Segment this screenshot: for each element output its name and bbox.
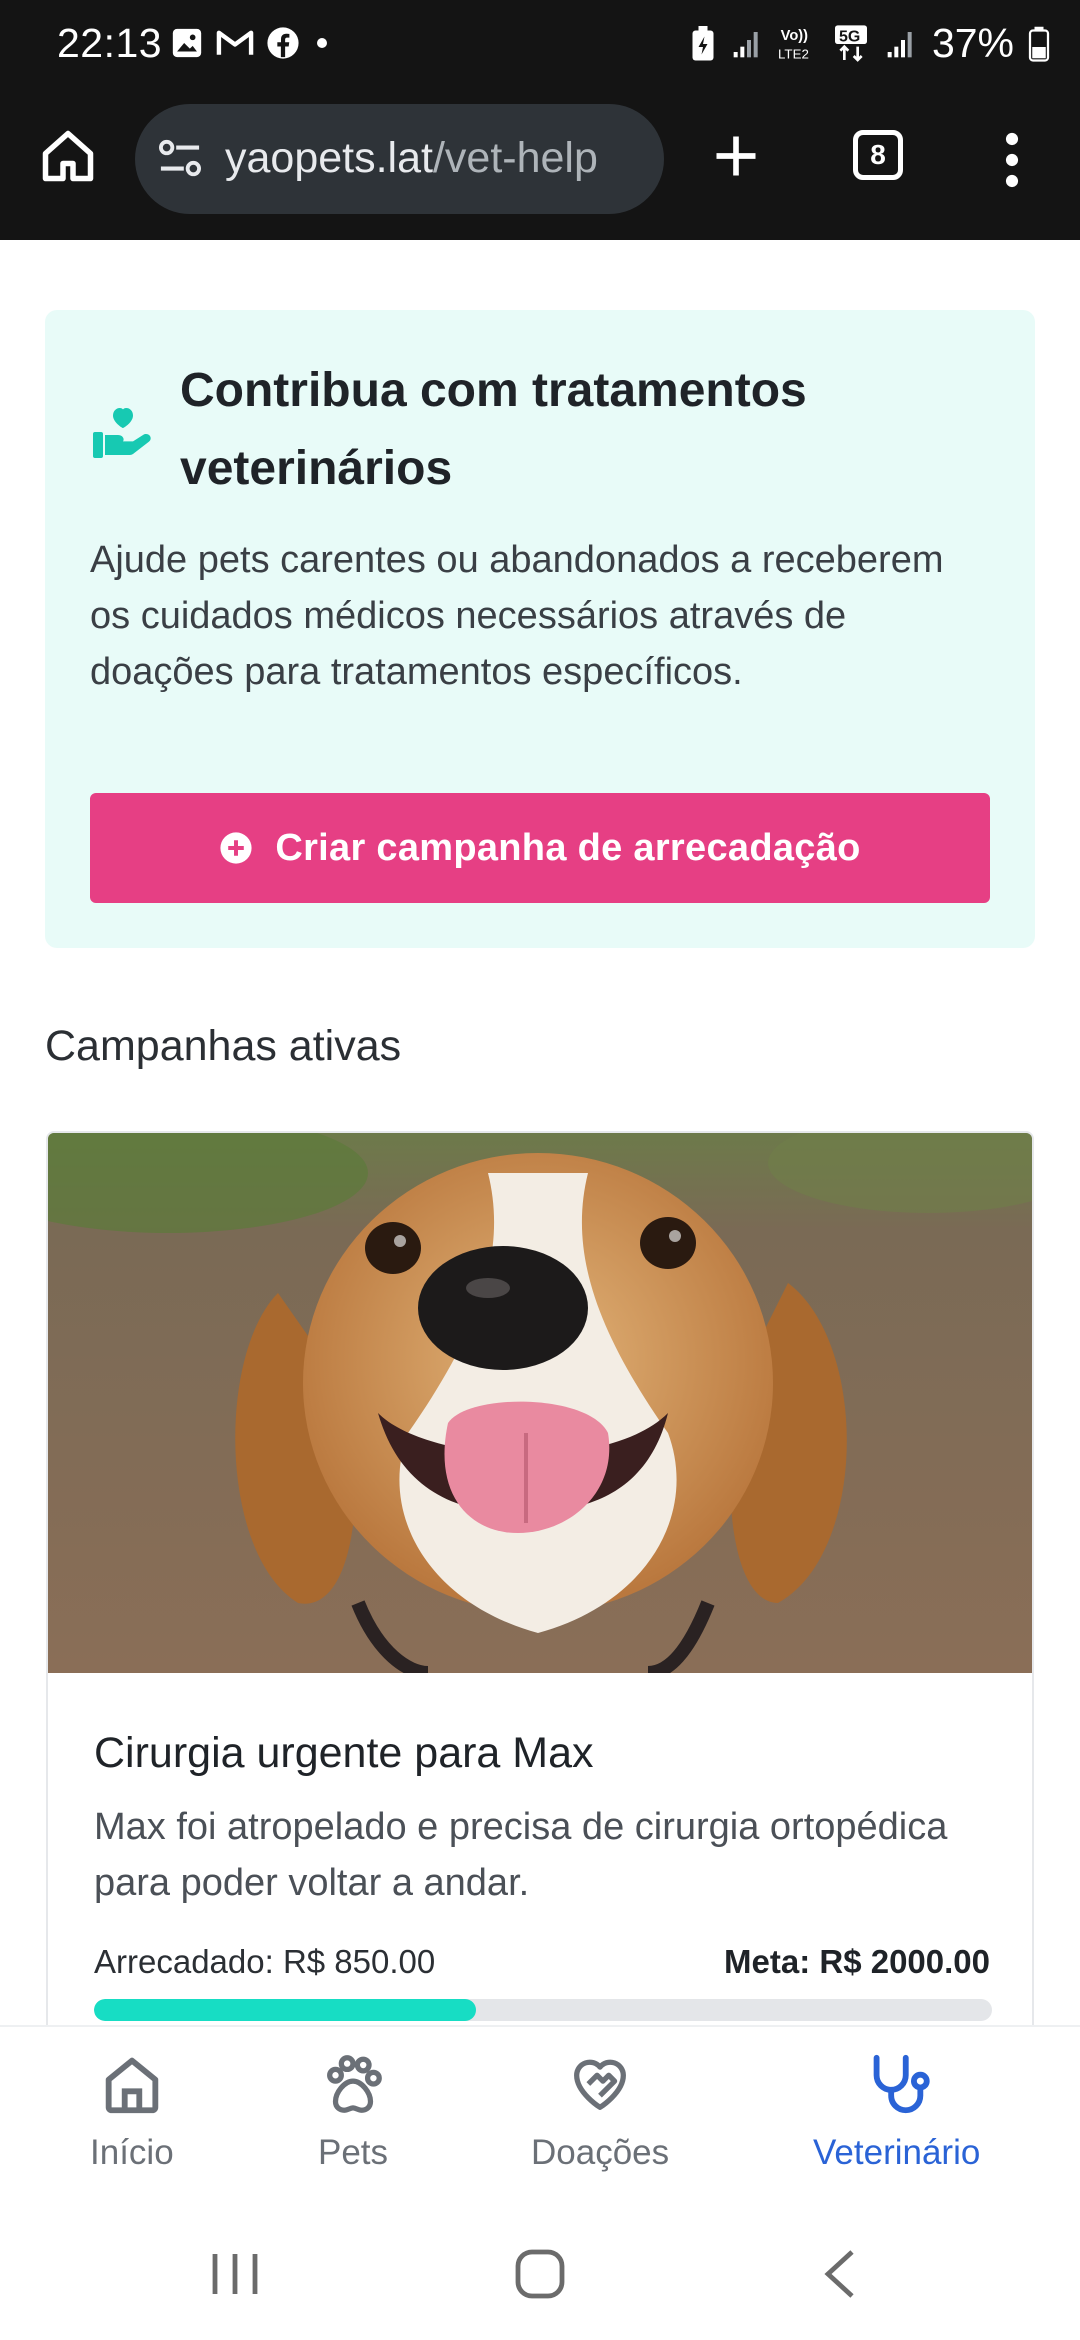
heart-handshake-icon xyxy=(574,2059,627,2110)
stethoscope-icon xyxy=(873,2054,930,2114)
url-text[interactable]: yaopets.lat/vet-help xyxy=(225,134,598,183)
campaign-description: Max foi atropelado e precisa de cirurgia… xyxy=(94,1806,948,1904)
battery-saver-icon xyxy=(692,25,714,60)
system-nav xyxy=(0,2205,1080,2340)
url-path: /vet-help xyxy=(432,134,598,182)
gmail-icon xyxy=(216,30,254,55)
nav-item-inicio[interactable]: Início xyxy=(90,2049,174,2173)
plus-circle-icon xyxy=(220,832,252,864)
campaign-goal: Meta: R$ 2000.00 xyxy=(724,1943,990,1980)
nav-label-doacoes: Doações xyxy=(531,2133,670,2172)
recent-apps-icon[interactable] xyxy=(205,2249,265,2299)
nav-item-pets[interactable]: Pets xyxy=(318,2049,388,2173)
signal-icon xyxy=(733,31,758,57)
address-bar[interactable]: yaopets.lat/vet-help xyxy=(135,104,664,214)
status-bar: 22:13 Vo)) LTE2 5G 37% xyxy=(0,0,1080,92)
battery-icon xyxy=(1028,26,1050,62)
site-settings-icon[interactable] xyxy=(157,138,203,180)
notification-icons xyxy=(170,26,332,60)
hero-title: Contribua com tratamentos veterinários xyxy=(180,364,807,495)
system-status-icons: Vo)) LTE2 5G 37% xyxy=(690,20,1050,67)
nav-item-doacoes[interactable]: Doações xyxy=(531,2049,669,2173)
svg-text:Vo)): Vo)) xyxy=(781,28,809,44)
section-heading: Campanhas ativas xyxy=(45,1022,402,1070)
nav-label-pets: Pets xyxy=(318,2133,389,2172)
create-campaign-label: Criar campanha de arrecadação xyxy=(275,826,861,869)
campaign-image xyxy=(48,1133,1032,1673)
signal-icon xyxy=(887,31,912,57)
volte-icon: Vo)) LTE2 xyxy=(778,28,809,62)
new-tab-icon[interactable] xyxy=(710,130,762,182)
home-icon xyxy=(105,2057,159,2114)
status-time: 22:13 xyxy=(57,20,163,66)
campaign-title: Cirurgia urgente para Max xyxy=(94,1729,594,1777)
paw-icon xyxy=(327,2055,382,2113)
5g-icon: 5G xyxy=(834,24,867,62)
nav-label-veterinario: Veterinário xyxy=(813,2133,981,2172)
nav-label-inicio: Início xyxy=(90,2133,174,2172)
campaign-progress-fill xyxy=(94,1999,476,2021)
nav-item-veterinario[interactable]: Veterinário xyxy=(813,2049,980,2173)
hand-heart-icon xyxy=(93,408,151,458)
facebook-icon xyxy=(267,27,299,59)
hero-description: Ajude pets carentes ou abandonados a rec… xyxy=(90,539,944,693)
browser-toolbar: yaopets.lat/vet-help 8 xyxy=(0,92,1080,240)
home-button-icon[interactable] xyxy=(510,2249,570,2299)
home-icon[interactable] xyxy=(38,126,98,186)
battery-percentage: 37% xyxy=(931,20,1014,66)
campaign-raised: Arrecadado: R$ 850.00 xyxy=(94,1943,436,1980)
url-host: yaopets.lat xyxy=(225,134,433,182)
create-campaign-button[interactable]: Criar campanha de arrecadação xyxy=(90,793,990,903)
page: 22:13 Vo)) LTE2 5G 37% yaopets.lat/vet-he… xyxy=(0,0,1080,2340)
gallery-icon xyxy=(172,28,202,58)
campaign-card[interactable]: Cirurgia urgente para Max Max foi atrope… xyxy=(46,1131,1034,2041)
back-icon[interactable] xyxy=(812,2249,872,2299)
hero-card: Contribua com tratamentos veterinários A… xyxy=(45,310,1035,948)
svg-text:5G: 5G xyxy=(839,28,860,45)
bottom-nav: Início Pets Doações Veterinário xyxy=(0,2025,1080,2205)
svg-text:LTE2: LTE2 xyxy=(778,46,809,61)
campaign-progress-bar xyxy=(94,1999,992,2021)
notification-dot-icon xyxy=(317,38,327,48)
tab-switcher-button[interactable]: 8 xyxy=(853,130,903,180)
more-options-icon[interactable] xyxy=(1000,132,1024,188)
